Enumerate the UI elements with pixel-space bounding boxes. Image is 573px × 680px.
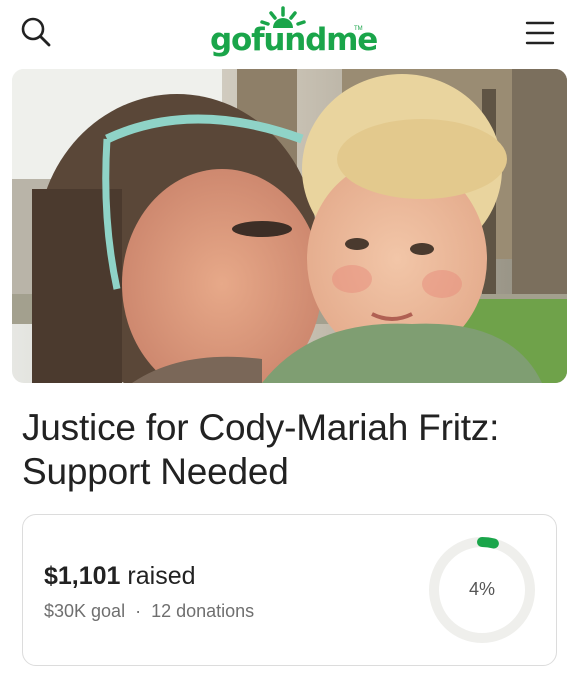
donation-progress-card: $1,101 raised $30K goal · 12 donations 4%: [22, 514, 557, 666]
campaign-title-line2: Support Needed: [22, 451, 289, 492]
donations-count[interactable]: 12 donations: [151, 601, 254, 621]
gofundme-logo[interactable]: gofundme TM: [210, 6, 378, 62]
menu-button[interactable]: [523, 18, 557, 48]
campaign-title-line1: Justice for Cody-Mariah Fritz:: [22, 407, 500, 448]
raised-suffix: raised: [127, 562, 196, 590]
goal-and-donations: $30K goal · 12 donations: [44, 601, 254, 622]
meta-separator: ·: [135, 601, 142, 621]
logo-wordmark: gofundme: [210, 22, 378, 58]
raised-amount: $1,101: [44, 562, 121, 590]
campaign-title: Justice for Cody-Mariah Fritz: Support N…: [22, 406, 552, 494]
top-navigation-bar: gofundme TM: [0, 0, 573, 66]
raised-amount-line: $1,101 raised: [44, 562, 196, 591]
progress-percent: 4%: [468, 579, 495, 599]
goal-text: $30K goal: [44, 601, 126, 621]
hamburger-menu-icon: [525, 21, 555, 45]
search-icon: [21, 17, 51, 47]
logo-trademark: TM: [354, 26, 363, 32]
hero-photo-illustration: [12, 69, 567, 383]
campaign-hero-image[interactable]: [12, 69, 567, 383]
search-button[interactable]: [18, 14, 54, 50]
